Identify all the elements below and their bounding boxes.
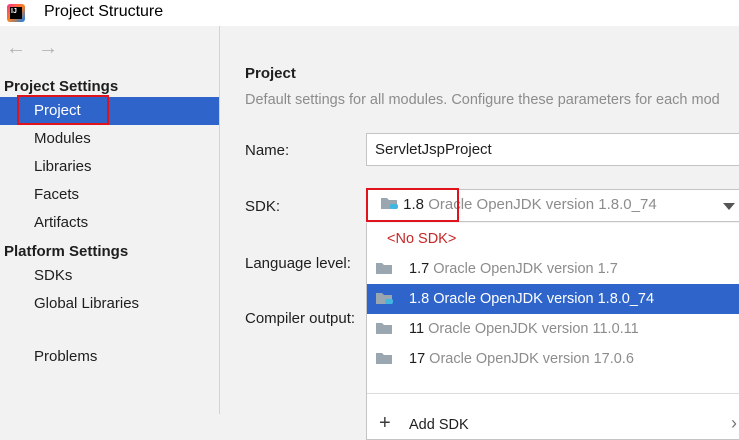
title-bar: IJ Project Structure xyxy=(0,0,739,26)
sdk-option-11[interactable]: 11 Oracle OpenJDK version 11.0.11 xyxy=(367,314,739,344)
page-description: Default settings for all modules. Config… xyxy=(245,92,720,108)
sdk-dropdown-list: <No SDK> 1.7 Oracle OpenJDK version 1.7 … xyxy=(366,223,739,440)
sdk-option-description: Oracle OpenJDK version 11.0.11 xyxy=(428,321,639,337)
sidebar-item-modules[interactable]: Modules xyxy=(0,125,219,153)
sdk-option-description: Oracle OpenJDK version 1.8.0_74 xyxy=(433,291,655,307)
sidebar-item-artifacts[interactable]: Artifacts xyxy=(0,209,219,237)
sdk-selected-description: Oracle OpenJDK version 1.8.0_74 xyxy=(428,196,657,213)
sdk-label: SDK: xyxy=(245,198,281,215)
language-level-label: Language level: xyxy=(245,255,351,272)
add-sdk-label: Add SDK xyxy=(409,417,469,433)
add-sdk-item[interactable]: + Add SDK › xyxy=(367,408,739,438)
name-label: Name: xyxy=(245,142,290,159)
sidebar-item-sdks[interactable]: SDKs xyxy=(0,262,219,290)
sdk-option-none[interactable]: <No SDK> xyxy=(367,224,739,254)
sdk-option-version: 17 xyxy=(409,351,426,367)
jdk-folder-icon xyxy=(376,351,394,364)
sidebar-item-problems[interactable]: Problems xyxy=(0,343,219,371)
arrow-right-icon[interactable]: → xyxy=(38,38,58,58)
dropdown-divider xyxy=(367,393,739,394)
plus-icon: + xyxy=(379,412,391,434)
sidebar: ← → Project Settings Project Modules Lib… xyxy=(0,26,220,414)
sidebar-item-facets[interactable]: Facets xyxy=(0,181,219,209)
jdk-folder-icon xyxy=(376,261,394,274)
sdk-option-version: 11 xyxy=(409,321,425,337)
sdk-option-1-7[interactable]: 1.7 Oracle OpenJDK version 1.7 xyxy=(367,254,739,284)
main-panel: Project Default settings for all modules… xyxy=(220,26,739,440)
sidebar-item-global-libraries[interactable]: Global Libraries xyxy=(0,290,219,318)
arrow-left-icon[interactable]: ← xyxy=(6,38,26,58)
highlight-box-project xyxy=(17,95,109,125)
jdk-folder-icon xyxy=(376,291,394,304)
sdk-option-17[interactable]: 17 Oracle OpenJDK version 17.0.6 xyxy=(367,344,739,374)
project-name-field[interactable]: ServletJspProject xyxy=(366,133,739,166)
sdk-option-description: Oracle OpenJDK version 17.0.6 xyxy=(429,351,634,367)
compiler-output-label: Compiler output: xyxy=(245,310,356,327)
chevron-down-icon[interactable] xyxy=(723,203,735,210)
sdk-option-version: 1.8 xyxy=(409,291,430,307)
platform-settings-heading: Platform Settings xyxy=(4,243,129,260)
page-title: Project xyxy=(245,65,296,82)
highlight-box-sdk xyxy=(366,188,459,222)
sdk-option-1-8[interactable]: 1.8 Oracle OpenJDK version 1.8.0_74 xyxy=(367,284,739,314)
window-title: Project Structure xyxy=(44,3,164,20)
intellij-logo-icon: IJ xyxy=(7,4,25,22)
chevron-right-icon: › xyxy=(731,413,737,433)
project-settings-heading: Project Settings xyxy=(4,78,119,95)
sdk-option-version: 1.7 xyxy=(409,261,430,277)
sdk-option-description: Oracle OpenJDK version 1.7 xyxy=(433,261,618,277)
sidebar-item-libraries[interactable]: Libraries xyxy=(0,153,219,181)
jdk-folder-icon xyxy=(376,321,394,334)
